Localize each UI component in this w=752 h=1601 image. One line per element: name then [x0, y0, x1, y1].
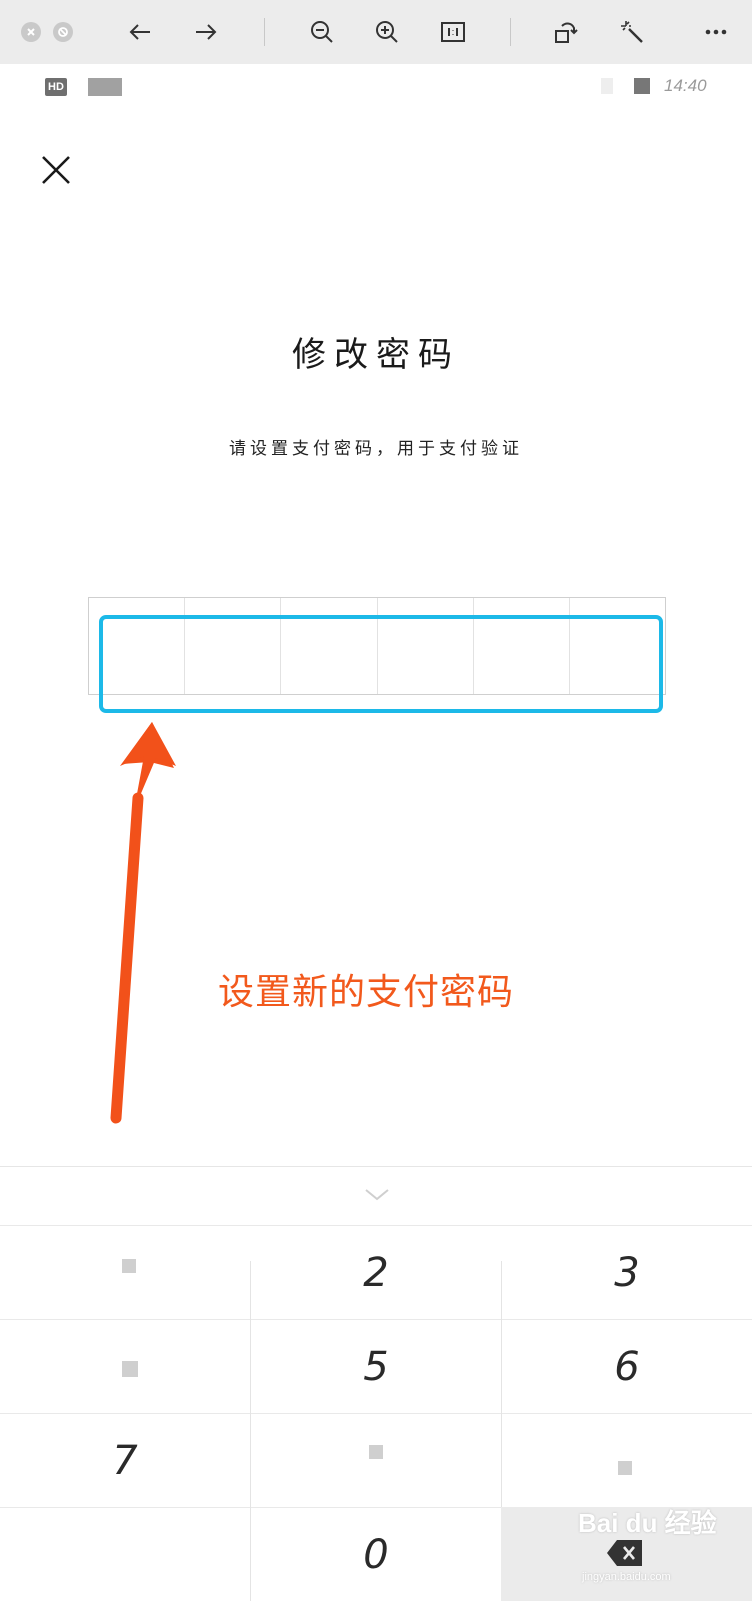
chevron-down-icon[interactable]	[364, 1187, 390, 1203]
redacted-mark	[122, 1361, 138, 1377]
page-subtitle: 请设置支付密码，用于支付验证	[229, 439, 523, 459]
redacted-mark	[369, 1445, 383, 1459]
keypad-divider	[0, 1413, 752, 1414]
more-icon[interactable]	[696, 12, 736, 52]
rotate-icon[interactable]	[546, 12, 586, 52]
redacted-icon	[634, 78, 650, 94]
page-title: 修改密码	[292, 335, 460, 375]
watermark-logo: Bai du 经验	[578, 1508, 717, 1538]
toolbar-separator	[510, 18, 511, 46]
backspace-icon	[607, 1540, 642, 1566]
toolbar-separator	[264, 18, 265, 46]
back-arrow-icon[interactable]	[120, 12, 160, 52]
key-7[interactable]: 7	[0, 1415, 250, 1507]
hd-badge: HD	[45, 78, 67, 96]
redacted-icon	[601, 78, 613, 94]
annotation-highlight-box	[99, 615, 663, 713]
redacted-mark	[618, 1461, 632, 1475]
key-3[interactable]: 3	[502, 1227, 752, 1319]
key-4[interactable]	[0, 1321, 250, 1413]
viewer-toolbar	[0, 0, 752, 65]
forward-arrow-icon[interactable]	[186, 12, 226, 52]
key-6[interactable]: 6	[502, 1321, 752, 1413]
annotation-arrow	[110, 722, 176, 1124]
status-time: 14:40	[664, 76, 707, 95]
redacted-signal	[88, 78, 122, 96]
zoom-out-icon[interactable]	[302, 12, 342, 52]
key-9[interactable]	[502, 1415, 752, 1507]
keypad-divider	[0, 1319, 752, 1320]
actual-size-icon[interactable]	[433, 12, 473, 52]
close-window-icon[interactable]	[21, 22, 41, 42]
status-bar: HD 14:40	[0, 64, 752, 110]
key-5[interactable]: 5	[251, 1321, 501, 1413]
minimize-window-icon[interactable]	[53, 22, 73, 42]
key-1[interactable]	[0, 1227, 250, 1319]
key-8[interactable]	[251, 1415, 501, 1507]
zoom-in-icon[interactable]	[367, 12, 407, 52]
close-icon[interactable]	[36, 150, 76, 190]
watermark-url: jingyan.baidu.com	[582, 1571, 671, 1583]
annotation-text: 设置新的支付密码	[218, 972, 515, 1013]
redacted-mark	[122, 1259, 136, 1273]
magic-wand-icon[interactable]	[612, 12, 652, 52]
key-2[interactable]: 2	[251, 1227, 501, 1319]
key-0[interactable]: 0	[251, 1509, 501, 1601]
keypad-divider	[0, 1225, 752, 1226]
